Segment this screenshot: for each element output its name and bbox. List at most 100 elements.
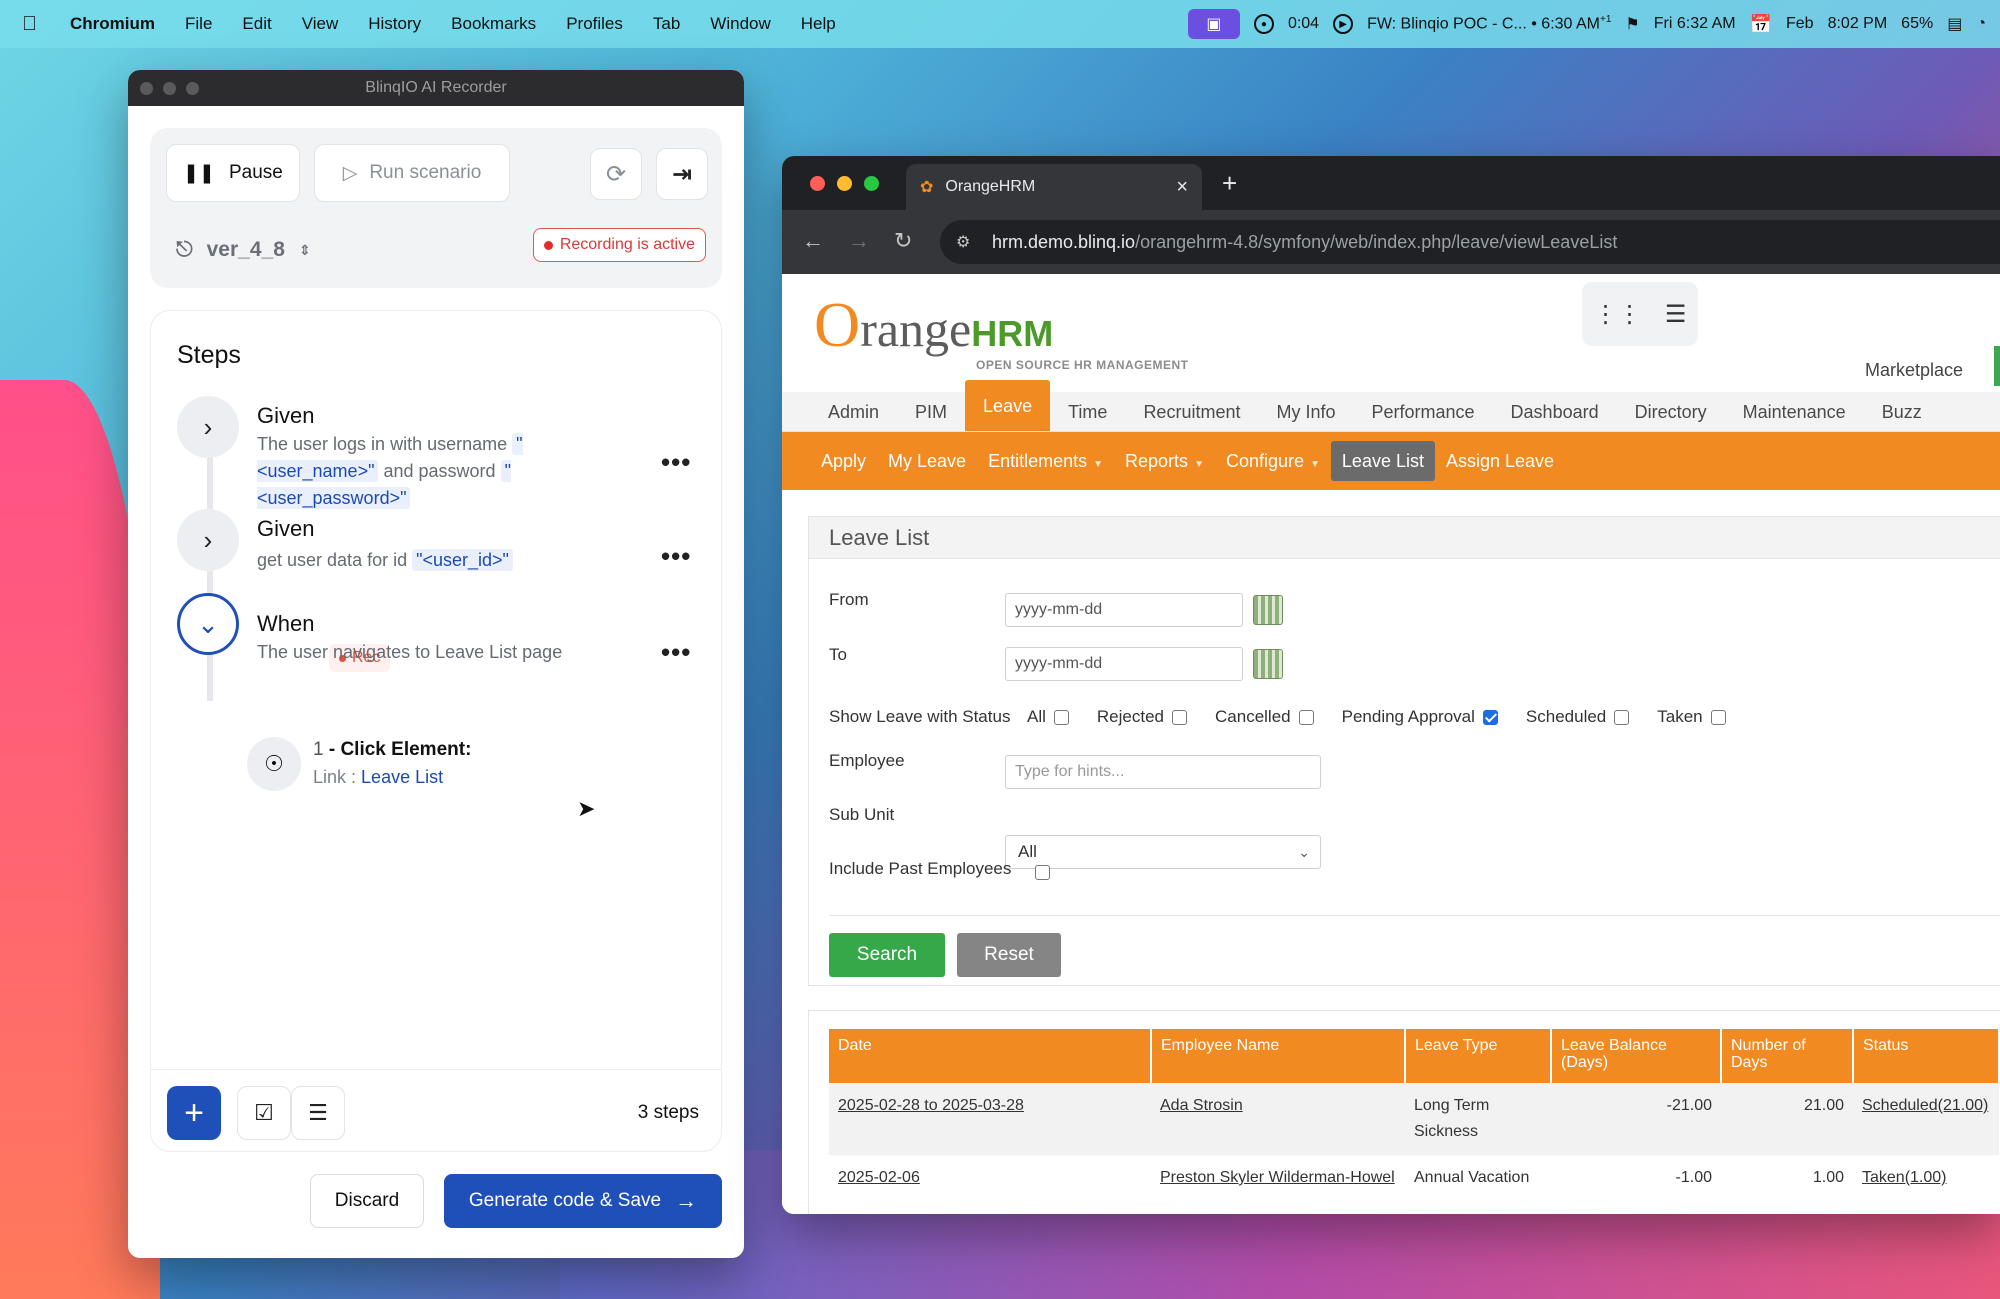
refresh-button[interactable]: ⟳ — [590, 148, 642, 200]
control-center-icon[interactable]: ▤ — [1947, 14, 1962, 34]
close-window-icon[interactable] — [810, 176, 825, 191]
menu-history[interactable]: History — [368, 14, 421, 34]
address-bar[interactable]: ⚙ hrm.demo.blinq.io/orangehrm-4.8/symfon… — [940, 220, 2000, 264]
nav-admin[interactable]: Admin — [810, 392, 897, 431]
site-info-icon[interactable]: ⚙ — [956, 232, 970, 252]
menu-tab[interactable]: Tab — [653, 14, 680, 34]
date-link[interactable]: 2025-02-06 — [838, 1169, 920, 1186]
step-list-button[interactable]: ☰ — [291, 1086, 345, 1140]
reload-icon[interactable]: ↻ — [894, 228, 912, 254]
drag-handle-icon[interactable]: ⋮⋮ — [1594, 300, 1642, 329]
calendar-icon[interactable]: 📅 — [1750, 14, 1772, 35]
step-2-param-user-id[interactable]: "<user_id>" — [412, 549, 513, 571]
click-action-icon[interactable]: ☉ — [247, 737, 301, 791]
status-cancelled-checkbox[interactable] — [1298, 709, 1314, 725]
col-employee[interactable]: Employee Name — [1151, 1029, 1406, 1083]
to-date-input[interactable]: yyyy-mm-dd — [1005, 647, 1243, 681]
play-icon[interactable]: ▶ — [1333, 14, 1354, 34]
status-link[interactable]: Taken(1.00) — [1862, 1169, 1947, 1186]
new-tab-icon[interactable]: + — [1222, 168, 1237, 199]
skip-to-end-button[interactable]: ⇥ — [656, 148, 708, 200]
step-2-more-icon[interactable]: ••• — [661, 541, 691, 572]
step-2-expand-button[interactable]: › — [177, 509, 239, 571]
meeting-reminder[interactable]: FW: Blinqio POC - C... • 6:30 AM+1 — [1367, 14, 1611, 33]
action-target-link[interactable]: Leave List — [361, 767, 443, 787]
green-button-edge[interactable] — [1994, 346, 2000, 386]
status-scheduled-checkbox[interactable] — [1614, 709, 1630, 725]
status-all-checkbox[interactable] — [1053, 709, 1069, 725]
step-3-collapse-button[interactable]: ⌄ — [177, 593, 239, 655]
cell-status[interactable]: Taken(1.00) — [1853, 1155, 1999, 1201]
tab-orangehrm[interactable]: ✿ OrangeHRM × — [906, 164, 1202, 210]
subnav-entitlements[interactable]: Entitlements ▼ — [977, 441, 1114, 481]
record-stop-icon[interactable]: ● — [1253, 14, 1274, 34]
recorder-titlebar[interactable]: BlinqIO AI Recorder — [128, 70, 744, 106]
version-selector[interactable]: ⎋ ver_4_8 ⇕ — [176, 238, 311, 262]
nav-directory[interactable]: Directory — [1617, 392, 1725, 431]
nav-time[interactable]: Time — [1050, 392, 1125, 431]
cell-employee[interactable]: Preston Skyler Wilderman-Howel — [1151, 1155, 1405, 1201]
nav-performance[interactable]: Performance — [1354, 392, 1493, 431]
past-employees-checkbox[interactable] — [1035, 865, 1050, 880]
col-leave-type[interactable]: Leave Type — [1405, 1029, 1552, 1083]
step-1-text[interactable]: The user logs in with username "<user_na… — [257, 431, 557, 512]
siri-icon[interactable]: ◔ — [1976, 15, 1986, 33]
pause-button[interactable]: ❚❚ Pause — [166, 144, 300, 202]
forward-icon[interactable]: → — [848, 228, 870, 254]
menu-view[interactable]: View — [302, 14, 339, 34]
date-link[interactable]: 2025-02-28 to 2025-03-28 — [838, 1097, 1024, 1114]
nav-my-info[interactable]: My Info — [1258, 392, 1353, 431]
col-number-days[interactable]: Number of Days — [1721, 1029, 1854, 1083]
subnav-apply[interactable]: Apply — [810, 441, 877, 481]
nav-buzz[interactable]: Buzz — [1864, 392, 1940, 431]
from-date-input[interactable]: yyyy-mm-dd — [1005, 593, 1243, 627]
step-1-more-icon[interactable]: ••• — [661, 447, 691, 478]
nav-maintenance[interactable]: Maintenance — [1725, 392, 1864, 431]
zoom-window-icon[interactable] — [186, 82, 199, 95]
cell-date[interactable]: 2025-02-28 to 2025-03-28 — [829, 1083, 1151, 1155]
menu-help[interactable]: Help — [801, 14, 836, 34]
screen-share-icon[interactable]: ▣ — [1187, 9, 1240, 39]
cell-date[interactable]: 2025-02-06 — [829, 1155, 1151, 1201]
status-pending-checkbox[interactable] — [1482, 709, 1498, 725]
generate-save-button[interactable]: Generate code & Save → — [444, 1174, 722, 1228]
employee-link[interactable]: Ada Strosin — [1160, 1097, 1243, 1114]
menu-window[interactable]: Window — [710, 14, 770, 34]
employee-input[interactable]: Type for hints... — [1005, 755, 1321, 789]
clock[interactable]: 8:02 PM — [1828, 15, 1888, 33]
subnav-configure[interactable]: Configure ▼ — [1215, 441, 1331, 481]
step-1-expand-button[interactable]: › — [177, 396, 239, 458]
checklist-button[interactable]: ☑ — [237, 1086, 291, 1140]
menu-bookmarks[interactable]: Bookmarks — [451, 14, 536, 34]
menu-app-name[interactable]: Chromium — [70, 14, 155, 34]
close-window-icon[interactable] — [140, 82, 153, 95]
subnav-my-leave[interactable]: My Leave — [877, 441, 977, 481]
reset-button[interactable]: Reset — [957, 933, 1061, 977]
subnav-assign-leave[interactable]: Assign Leave — [1435, 441, 1565, 481]
from-calendar-icon[interactable] — [1253, 595, 1283, 625]
marketplace-link[interactable]: Marketplace — [1865, 360, 1963, 381]
discard-button[interactable]: Discard — [310, 1174, 424, 1228]
employee-link[interactable]: Preston Skyler Wilderman-Howel — [1160, 1169, 1395, 1186]
to-calendar-icon[interactable] — [1253, 649, 1283, 679]
status-link[interactable]: Scheduled(21.00) — [1862, 1097, 1988, 1114]
cell-status[interactable]: Scheduled(21.00) — [1853, 1083, 1999, 1155]
subnav-reports[interactable]: Reports ▼ — [1114, 441, 1215, 481]
menu-profiles[interactable]: Profiles — [566, 14, 623, 34]
search-button[interactable]: Search — [829, 933, 945, 977]
col-date[interactable]: Date — [829, 1029, 1152, 1083]
minimize-window-icon[interactable] — [837, 176, 852, 191]
run-scenario-button[interactable]: ▷ Run scenario — [314, 144, 510, 202]
nav-leave[interactable]: Leave — [965, 380, 1051, 431]
menu-edit[interactable]: Edit — [242, 14, 271, 34]
subunit-select[interactable]: All ⌄ — [1005, 835, 1321, 869]
nav-recruitment[interactable]: Recruitment — [1125, 392, 1258, 431]
battery-percent[interactable]: 65% — [1901, 15, 1933, 33]
nav-pim[interactable]: PIM — [897, 392, 965, 431]
zoom-window-icon[interactable] — [864, 176, 879, 191]
status-rejected-checkbox[interactable] — [1172, 709, 1188, 725]
nav-dashboard[interactable]: Dashboard — [1493, 392, 1617, 431]
apple-icon[interactable]:  — [22, 13, 58, 36]
orangehrm-logo[interactable]: OrangeHRM OPEN SOURCE HR MANAGEMENT — [814, 288, 1188, 372]
subnav-leave-list[interactable]: Leave List — [1330, 441, 1435, 481]
